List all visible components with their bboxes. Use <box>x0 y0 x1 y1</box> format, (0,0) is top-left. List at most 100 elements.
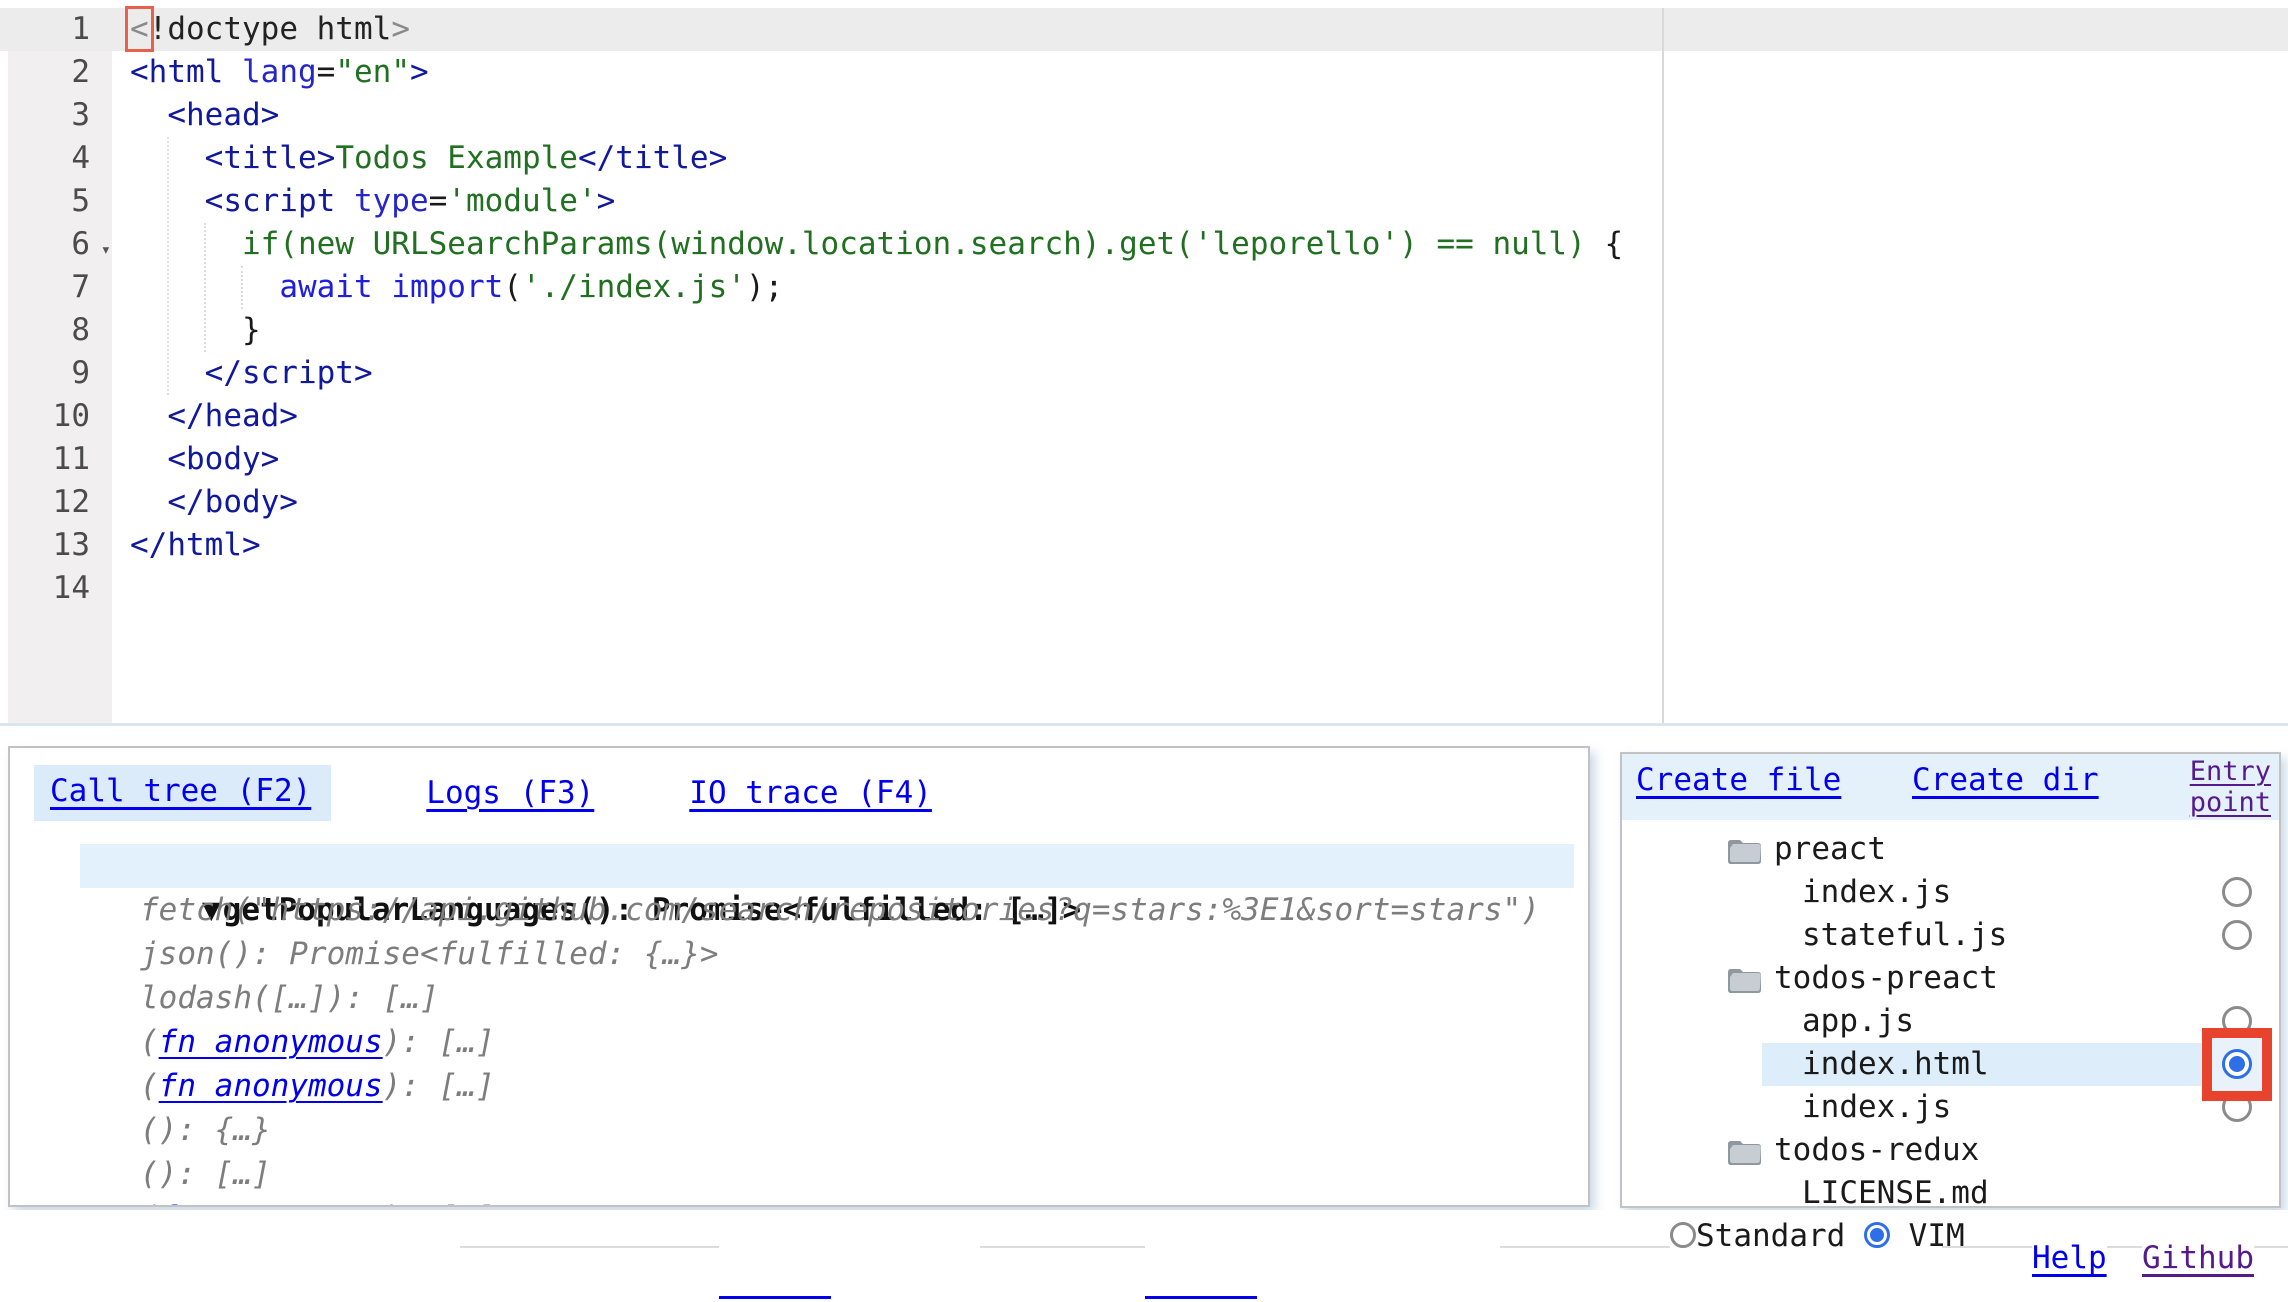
entry-point-radio[interactable] <box>2222 920 2252 950</box>
line-number: 11 <box>8 438 112 481</box>
file-tree-dir-preact[interactable]: preact <box>1622 828 2279 871</box>
code-token: await <box>279 269 372 305</box>
code-token: <body> <box>167 441 279 477</box>
call-text: (): […] <box>140 1156 271 1192</box>
call-tree-row[interactable]: json(): Promise<fulfilled: {…}> <box>140 932 1586 976</box>
keybinding-label-vim: VIM <box>1909 1218 1965 1254</box>
call-text: ): […] <box>383 1024 495 1060</box>
code-token: lang <box>242 54 317 90</box>
entry-point-radio[interactable] <box>2222 877 2252 907</box>
code-token <box>373 269 392 305</box>
call-text: ( <box>140 1024 159 1060</box>
file-tree-dir-todos-redux[interactable]: todos-redux <box>1622 1129 2279 1172</box>
tab-logs-f3[interactable]: Logs (F3) <box>426 775 594 811</box>
call-tree-row[interactable]: (): […] <box>140 1152 1586 1196</box>
line-number: 12 <box>8 481 112 524</box>
file-name: preact <box>1774 828 1886 871</box>
code-token: </body> <box>167 484 298 520</box>
line-number: 5 <box>8 180 112 223</box>
code-line[interactable]: <title>Todos Example</title> <box>130 137 2288 180</box>
code-line[interactable]: if(new URLSearchParams(window.location.s… <box>130 223 2288 266</box>
code-line[interactable] <box>130 567 2288 610</box>
file-panel-header: Create file Create dir Entry point <box>1622 754 2279 820</box>
fn-anonymous-link[interactable]: fn anonymous <box>159 1024 383 1060</box>
create-dir-button[interactable]: Create dir <box>1912 762 2099 798</box>
keybinding-radio-vim[interactable] <box>1864 1222 1890 1248</box>
call-text: ): […] <box>383 1068 495 1104</box>
call-tree-row[interactable]: (): {…} <box>140 1108 1586 1152</box>
code-line[interactable]: </body> <box>130 481 2288 524</box>
call-tree-row[interactable]: (fn anonymous): […] <box>140 1196 1586 1207</box>
file-name: index.html <box>1802 1043 1989 1086</box>
file-tree-file-index.html[interactable]: index.html <box>1622 1043 2279 1086</box>
file-name: index.js <box>1802 1086 1951 1129</box>
line-number: 1 <box>8 8 112 51</box>
call-tree-selected-node[interactable]: ▼getPopularLanguages(): Promise<fulfille… <box>80 844 1574 888</box>
fn-anonymous-link[interactable]: fn anonymous <box>159 1200 383 1207</box>
call-text: ( <box>140 1068 159 1104</box>
fn-anonymous-link[interactable]: fn anonymous <box>159 1068 383 1104</box>
code-token <box>130 355 205 391</box>
code-line[interactable]: <body> <box>130 438 2288 481</box>
code-token <box>130 441 167 477</box>
file-name: todos-redux <box>1774 1129 1979 1172</box>
code-token <box>130 398 167 434</box>
code-token: = <box>429 183 448 219</box>
code-line[interactable]: } <box>130 309 2288 352</box>
line-number: 6▾ <box>8 223 112 266</box>
entry-point-highlight-box <box>2202 1028 2272 1101</box>
call-tree-row[interactable]: (fn anonymous): […] <box>140 1020 1586 1064</box>
clear-io-trace-button[interactable]: Clear IO trace (F6) <box>719 1214 980 1302</box>
file-tree-file-stateful.js[interactable]: stateful.js <box>1622 914 2279 957</box>
code-token <box>130 183 205 219</box>
code-line[interactable]: </script> <box>130 352 2288 395</box>
status-bar: docs/examples/todos- preact/index.html C… <box>0 1210 2288 1302</box>
file-tree-file-index.js[interactable]: index.js <box>1622 871 2279 914</box>
file-name: app.js <box>1802 1000 1914 1043</box>
code-token: = <box>317 54 336 90</box>
file-panel: Create file Create dir Entry point preac… <box>1620 752 2281 1208</box>
code-line[interactable]: await import('./index.js'); <box>130 266 2288 309</box>
line-number: 14 <box>8 567 112 610</box>
create-file-button[interactable]: Create file <box>1636 762 1841 798</box>
tab-call-tree-f2[interactable]: Call tree (F2) <box>34 765 331 821</box>
code-token <box>130 269 279 305</box>
call-tree-row[interactable]: fetch("https://api.github.com/search/rep… <box>140 888 1586 932</box>
entry-point-header[interactable]: Entry point <box>2167 756 2271 818</box>
file-tree-dir-todos-preact[interactable]: todos-preact <box>1622 957 2279 1000</box>
code-token: > <box>391 11 410 47</box>
code-token: ( <box>503 269 522 305</box>
keybinding-radio-standard[interactable] <box>1670 1222 1696 1248</box>
code-line[interactable]: </html> <box>130 524 2288 567</box>
code-token <box>335 183 354 219</box>
code-token: > <box>597 183 616 219</box>
entry-point-radio[interactable] <box>2222 1049 2252 1079</box>
help-link[interactable]: Help <box>2032 1236 2107 1280</box>
code-line[interactable]: </head> <box>130 395 2288 438</box>
call-text: fetch("https://api.github.com/search/rep… <box>140 892 1540 928</box>
code-token: ); <box>746 269 783 305</box>
code-token <box>130 97 167 133</box>
file-tree-file-LICENSE.md[interactable]: LICENSE.md <box>1622 1172 2279 1208</box>
editor-bottom-border <box>0 723 2288 726</box>
code-editor[interactable]: 123456▾7891011121314 <!doctype html><htm… <box>0 8 2288 723</box>
call-tree-row[interactable]: lodash([…]): […] <box>140 976 1586 1020</box>
file-tree-file-app.js[interactable]: app.js <box>1622 1000 2279 1043</box>
code-lines[interactable]: <!doctype html><html lang="en"> <head> <… <box>130 8 2288 610</box>
code-line[interactable]: <!doctype html> <box>130 8 2288 51</box>
call-text: json(): Promise<fulfilled: {…}> <box>140 936 719 972</box>
tab-io-trace-f4[interactable]: IO trace (F4) <box>689 775 932 811</box>
code-token: import <box>391 269 503 305</box>
call-text: (): {…} <box>140 1112 271 1148</box>
code-line[interactable]: <head> <box>130 94 2288 137</box>
code-token: <title> <box>205 140 336 176</box>
file-name: index.js <box>1802 871 1951 914</box>
code-token: > <box>410 54 429 90</box>
code-line[interactable]: <script type='module'> <box>130 180 2288 223</box>
reopen-run-window-button[interactable]: (Re)open run window (F7) <box>1145 1214 1500 1302</box>
call-tree-row[interactable]: (fn anonymous): […] <box>140 1064 1586 1108</box>
github-link[interactable]: Github <box>2142 1236 2254 1280</box>
call-tree-panel: Call tree (F2) Logs (F3) IO trace (F4) ▼ge… <box>8 746 1590 1207</box>
code-line[interactable]: <html lang="en"> <box>130 51 2288 94</box>
file-tree-file-index.js[interactable]: index.js <box>1622 1086 2279 1129</box>
